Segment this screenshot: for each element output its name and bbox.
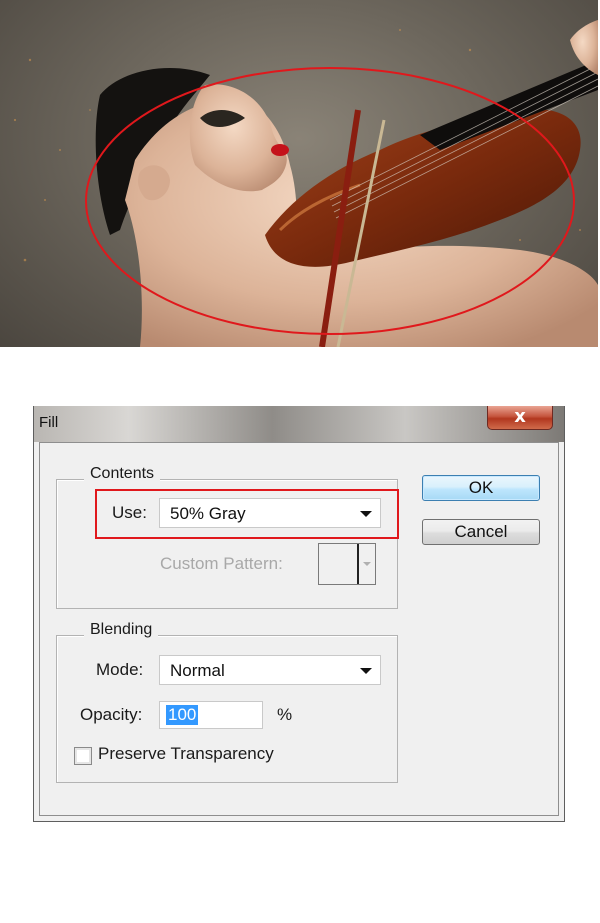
pattern-swatch bbox=[319, 544, 359, 584]
mode-dropdown[interactable]: Normal bbox=[159, 655, 381, 685]
custom-pattern-picker bbox=[318, 543, 376, 585]
ok-button[interactable]: OK bbox=[422, 475, 540, 501]
opacity-input[interactable]: 100 bbox=[159, 701, 263, 729]
close-icon: x bbox=[514, 406, 526, 427]
close-button[interactable]: x bbox=[487, 406, 553, 430]
pattern-dropdown-arrow-icon bbox=[363, 562, 371, 566]
blending-legend: Blending bbox=[84, 621, 159, 639]
preserve-transparency-checkbox[interactable] bbox=[74, 747, 92, 765]
cancel-button[interactable]: Cancel bbox=[422, 519, 540, 545]
opacity-label: Opacity: bbox=[80, 705, 143, 724]
title-bar[interactable]: Fill x bbox=[33, 406, 565, 442]
dialog-title: Fill bbox=[39, 414, 59, 431]
contents-legend: Contents bbox=[84, 465, 161, 483]
opacity-unit: % bbox=[277, 705, 293, 724]
mode-label: Mode: bbox=[96, 660, 144, 679]
mode-value: Normal bbox=[170, 661, 225, 680]
custom-pattern-label: Custom Pattern: bbox=[160, 554, 283, 573]
photo-illustration bbox=[13, 20, 598, 347]
dropdown-arrow-icon bbox=[360, 668, 372, 674]
violinist-photo bbox=[0, 0, 598, 347]
opacity-value: 100 bbox=[166, 705, 199, 725]
fill-dialog: Fill x Contents Use: 50% Gray Custom Pat… bbox=[33, 406, 565, 822]
preserve-transparency-label[interactable]: Preserve Transparency bbox=[98, 744, 274, 764]
highlight-rectangle bbox=[95, 489, 399, 539]
